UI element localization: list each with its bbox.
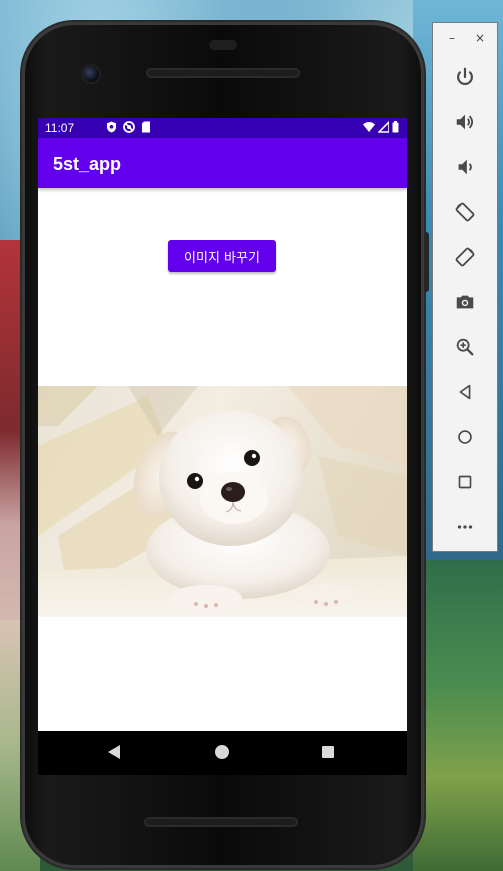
emulator-minimize-button[interactable]: – [445,31,459,45]
change-image-button[interactable]: 이미지 바꾸기 [168,240,276,272]
cell-signal-icon [378,121,389,133]
puppy-photo [38,386,407,617]
status-system-icons [363,121,399,133]
puppy-image [38,386,407,617]
app-toolbar: 5st_app [38,138,407,188]
nav-home-button[interactable] [215,745,229,759]
front-camera [83,66,99,82]
shield-icon [107,121,116,133]
battery-icon [392,121,399,133]
more-icon[interactable] [451,513,479,541]
nav-recents-button[interactable] [322,746,334,758]
bottom-speaker [144,817,298,827]
status-notification-icons [106,121,151,133]
blocked-icon [123,121,135,133]
emulator-toolbar: – × [432,22,498,552]
volume-down-icon[interactable] [451,153,479,181]
app-title: 5st_app [53,154,122,174]
sd-card-icon [142,121,150,133]
overview-icon[interactable] [451,468,479,496]
camera-icon[interactable] [451,288,479,316]
volume-side-button [424,232,429,292]
phone-top-slot [209,40,237,50]
rotate-right-icon[interactable] [451,243,479,271]
nav-back-button[interactable] [108,745,120,759]
wifi-icon [363,122,375,132]
status-bar: 11:07 [38,118,407,138]
wallpaper-foliage [413,560,503,871]
rotate-left-icon[interactable] [451,198,479,226]
earpiece-speaker [146,68,300,78]
back-icon[interactable] [451,378,479,406]
zoom-icon[interactable] [451,333,479,361]
device-screen: 11:07 5st_app 이미지 바꾸기 [38,118,407,731]
volume-up-icon[interactable] [451,108,479,136]
home-icon[interactable] [451,423,479,451]
status-time: 11:07 [45,121,75,135]
power-icon[interactable] [451,63,479,91]
emulator-window-controls: – × [433,31,499,51]
emulator-close-button[interactable]: × [473,31,487,45]
navigation-bar [38,731,407,775]
